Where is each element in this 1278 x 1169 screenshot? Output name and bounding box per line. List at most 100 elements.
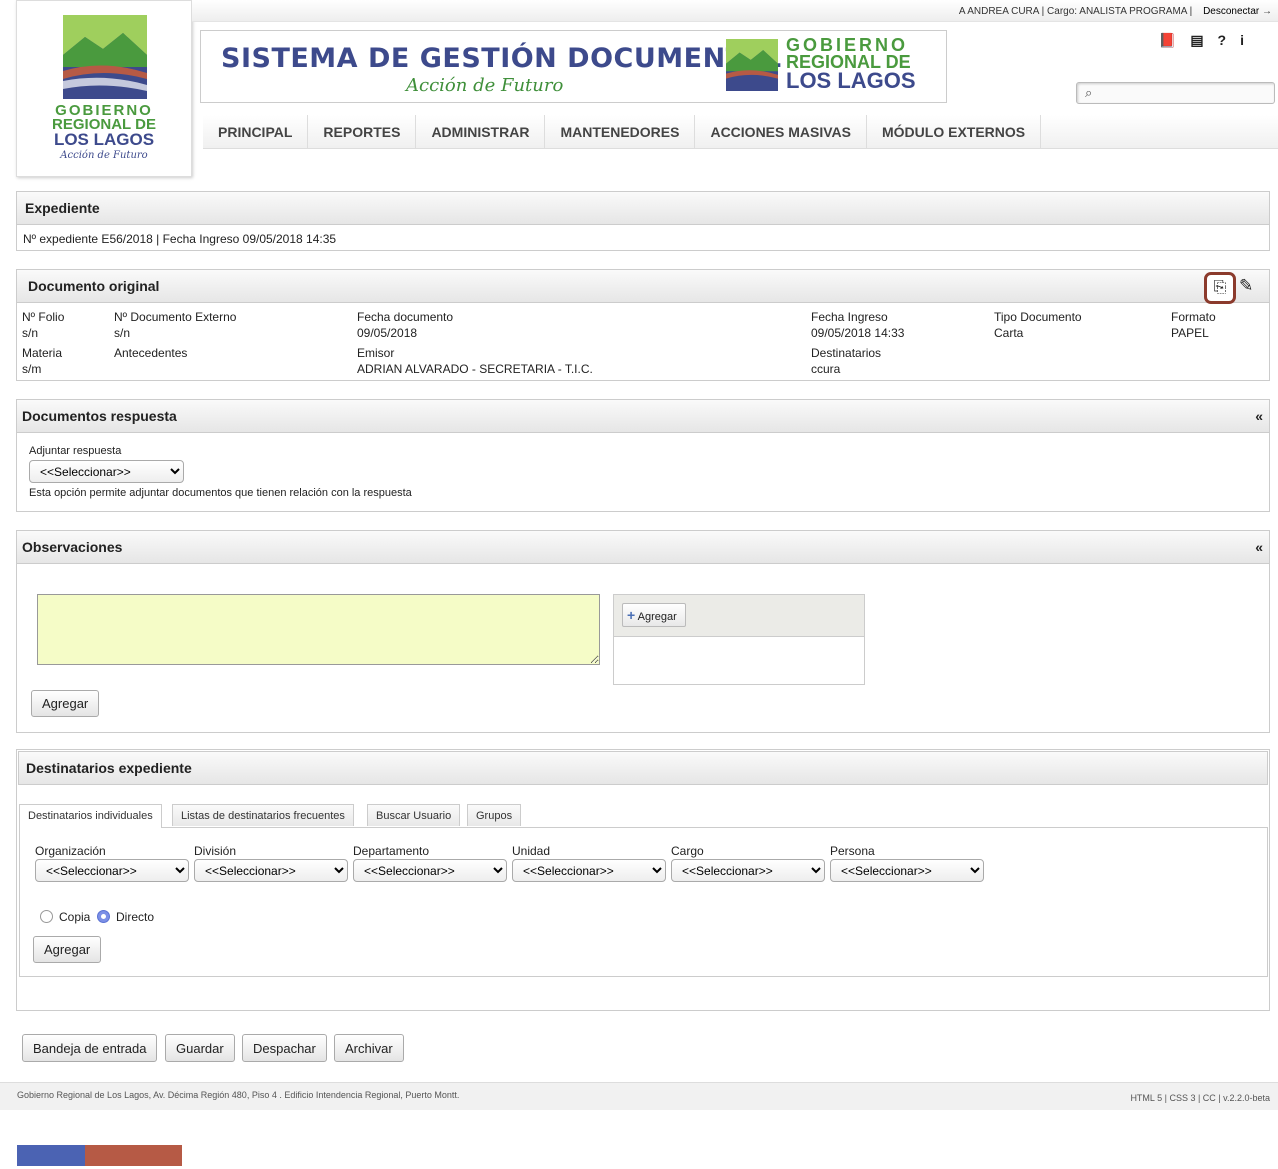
guardar-button[interactable]: Guardar	[165, 1034, 235, 1062]
fecha-ingreso-value: 09/05/2018 14:33	[811, 326, 905, 340]
unidad-label: Unidad	[512, 844, 551, 858]
book-icon[interactable]: 📕	[1159, 32, 1176, 49]
radio-directo-dot	[101, 914, 106, 919]
formato-label: Formato	[1171, 310, 1216, 324]
persona-label: Persona	[830, 844, 875, 858]
documento-title-text: Documento original	[28, 278, 160, 294]
expediente-title: Expediente	[17, 192, 1269, 225]
persona-select[interactable]: <<Seleccionar>>	[830, 859, 984, 882]
gobierno-logo: GOBIERNO REGIONAL DE LOS LAGOS Acción de…	[16, 0, 192, 177]
radio-directo[interactable]	[97, 910, 110, 923]
antecedentes-label: Antecedentes	[114, 346, 188, 360]
adjuntar-label: Adjuntar respuesta	[29, 445, 122, 457]
departamento-select[interactable]: <<Seleccionar>>	[353, 859, 507, 882]
materia-label: Materia	[22, 346, 63, 360]
respuesta-title: Documentos respuesta	[22, 408, 177, 424]
bandeja-entrada-button[interactable]: Bandeja de entrada	[22, 1034, 158, 1062]
top-icons: 📕 ▤ ? i	[1159, 32, 1244, 49]
footer-address: Gobierno Regional de Los Lagos, Av. Déci…	[17, 1090, 460, 1100]
fecha-doc-value: 09/05/2018	[357, 326, 418, 340]
agregar-destinatario-button[interactable]: Agregar	[33, 936, 102, 963]
destinatarios-title: Destinatarios expediente	[18, 751, 1268, 785]
agregar-adjunto-label: Agregar	[637, 611, 677, 623]
flag-red-stripe	[85, 1145, 182, 1166]
footer: Gobierno Regional de Los Lagos, Av. Déci…	[0, 1082, 1278, 1110]
emisor-label: Emisor	[357, 346, 395, 360]
help-icon[interactable]: ?	[1218, 32, 1227, 49]
tab-destinatarios-individuales[interactable]: Destinatarios individuales	[19, 804, 162, 828]
search-box[interactable]: ⌕	[1076, 82, 1275, 104]
top-bar: A ANDREA CURA | Cargo: ANALISTA PROGRAMA…	[192, 0, 1278, 22]
radio-copia[interactable]	[40, 910, 53, 923]
agregar-adjunto-button[interactable]: + Agregar	[622, 603, 686, 627]
logo-line3: LOS LAGOS	[53, 130, 155, 149]
cargo-label: Cargo	[671, 844, 704, 858]
division-label: División	[194, 844, 237, 858]
nav-administrar[interactable]: ADMINISTRAR	[416, 115, 546, 149]
fecha-ingreso-label: Fecha Ingreso	[811, 310, 888, 324]
adjuntar-select[interactable]: <<Seleccionar>>	[29, 460, 184, 483]
emisor-value: ADRIAN ALVARADO - SECRETARIA - T.I.C.	[357, 362, 593, 376]
observaciones-panel: Observaciones « + Agregar Agregar	[16, 530, 1270, 733]
plus-icon: +	[627, 607, 636, 623]
archivar-button[interactable]: Archivar	[334, 1034, 404, 1062]
tipo-doc-label: Tipo Documento	[994, 310, 1082, 324]
edit-icon[interactable]: ✎	[1239, 276, 1253, 296]
logout-link[interactable]: Desconectar	[1203, 6, 1259, 17]
flag-blue-stripe	[17, 1145, 85, 1166]
despachar-button[interactable]: Despachar	[242, 1034, 327, 1062]
nav-acciones-masivas[interactable]: ACCIONES MASIVAS	[695, 115, 867, 149]
radio-copia-label: Copia	[59, 910, 91, 924]
nav-reportes[interactable]: REPORTES	[308, 115, 417, 149]
doc-externo-value: s/n	[114, 326, 131, 340]
folio-value: s/n	[22, 326, 39, 340]
organizacion-label: Organización	[35, 844, 106, 858]
copy-document-icon[interactable]: ⎘	[1204, 272, 1236, 304]
banner-logo-icon	[726, 39, 778, 91]
search-icon: ⌕	[1085, 85, 1093, 100]
documento-panel: Documento original ⎘ ✎ Nº Folio s/n Nº D…	[16, 269, 1270, 381]
departamento-label: Departamento	[353, 844, 430, 858]
expediente-panel: Expediente Nº expediente E56/2018 | Fech…	[16, 191, 1270, 251]
doc-externo-label: Nº Documento Externo	[114, 310, 237, 324]
footer-version: HTML 5 | CSS 3 | CC | v.2.2.0-beta	[1130, 1093, 1270, 1103]
banner-gob-line3: LOS LAGOS	[786, 68, 916, 93]
info-icon[interactable]: i	[1240, 32, 1244, 49]
tipo-doc-value: Carta	[994, 326, 1024, 340]
tab-grupos[interactable]: Grupos	[467, 804, 522, 826]
nav-principal[interactable]: PRINCIPAL	[203, 115, 309, 149]
radio-directo-label: Directo	[116, 910, 155, 924]
logout-icon[interactable]: →	[1262, 6, 1272, 17]
formato-value: PAPEL	[1171, 326, 1209, 340]
agregar-observacion-button[interactable]: Agregar	[31, 690, 100, 717]
banner-title: SISTEMA DE GESTIÓN DOCUMENTAL	[221, 43, 782, 74]
observaciones-collapse-icon[interactable]: «	[1255, 531, 1263, 564]
fecha-doc-label: Fecha documento	[357, 310, 454, 324]
nav-mantenedores[interactable]: MANTENEDORES	[545, 115, 696, 149]
observaciones-title: Observaciones	[22, 539, 123, 555]
logo-slogan: Acción de Futuro	[60, 150, 148, 161]
user-info: A ANDREA CURA | Cargo: ANALISTA PROGRAMA…	[959, 6, 1272, 17]
respuesta-panel: Documentos respuesta « Adjuntar respuest…	[16, 399, 1270, 512]
expediente-info: Nº expediente E56/2018 | Fecha Ingreso 0…	[23, 232, 337, 246]
adjuntos-box: + Agregar	[613, 594, 865, 685]
destinatarios-label: Destinatarios	[811, 346, 882, 360]
adjuntar-help: Esta opción permite adjuntar documentos …	[29, 487, 412, 499]
unidad-select[interactable]: <<Seleccionar>>	[512, 859, 666, 882]
newspaper-icon[interactable]: ▤	[1190, 32, 1203, 49]
respuesta-collapse-icon[interactable]: «	[1255, 400, 1263, 433]
tab-buscar-usuario[interactable]: Buscar Usuario	[367, 804, 461, 826]
user-info-text: A ANDREA CURA | Cargo: ANALISTA PROGRAMA…	[958, 6, 1193, 17]
tab-listas-frecuentes[interactable]: Listas de destinatarios frecuentes	[172, 804, 354, 826]
mountain-logo-icon	[63, 15, 147, 99]
materia-value: s/m	[22, 362, 42, 376]
respuesta-header: Documentos respuesta «	[17, 400, 1269, 433]
folio-label: Nº Folio	[22, 310, 65, 324]
division-select[interactable]: <<Seleccionar>>	[194, 859, 348, 882]
main-nav: PRINCIPAL REPORTES ADMINISTRAR MANTENEDO…	[203, 115, 1278, 149]
cargo-select[interactable]: <<Seleccionar>>	[671, 859, 825, 882]
organizacion-select[interactable]: <<Seleccionar>>	[35, 859, 189, 882]
observaciones-textarea[interactable]	[37, 594, 600, 665]
destinatarios-value: ccura	[811, 362, 841, 376]
nav-modulo-externos[interactable]: MÓDULO EXTERNOS	[867, 115, 1042, 149]
